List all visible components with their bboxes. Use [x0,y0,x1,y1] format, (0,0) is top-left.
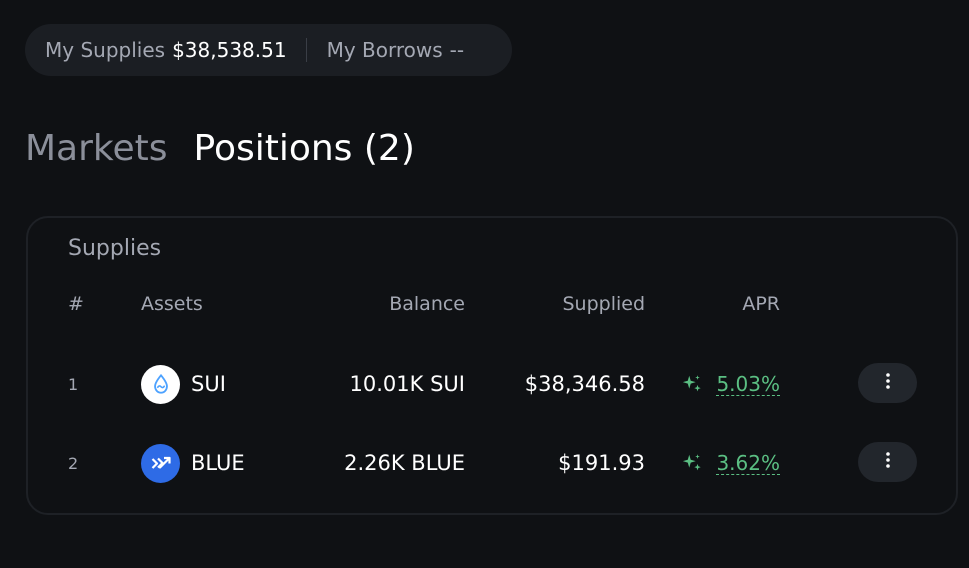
sparkle-icon [680,372,704,396]
account-summary: My Supplies $38,538.51 My Borrows -- [25,24,512,76]
sui-token-icon [141,364,180,404]
balance-value: 2.26K BLUE [344,451,465,475]
my-supplies-label: My Supplies [45,38,166,62]
tab-positions[interactable]: Positions (2) [194,128,415,169]
page-tabs: Markets Positions (2) [25,128,415,169]
sparkle-icon [680,451,704,475]
apr-cell: 5.03% [680,362,780,406]
positions-page: My Supplies $38,538.51 My Borrows -- Mar… [0,0,969,568]
row-menu-button[interactable] [858,363,917,403]
asset-cell: BLUE [141,441,245,485]
my-borrows-value: -- [449,38,465,62]
asset-name: BLUE [191,451,245,475]
more-vertical-icon [885,372,891,394]
row-number: 1 [68,374,79,394]
row-number: 2 [68,453,79,473]
apr-value[interactable]: 5.03% [716,373,780,396]
my-borrows-label: My Borrows [326,38,443,62]
supplies-card: Supplies # Assets Balance Supplied APR 1… [26,216,958,515]
table-row: 2 BLUE 2.26K BLUE $191.93 3.62% [28,441,956,485]
column-header-number: # [68,293,84,315]
asset-name: SUI [191,372,226,396]
row-menu-button[interactable] [858,442,917,482]
blue-token-icon [141,443,180,483]
balance-value: 10.01K SUI [349,372,465,396]
my-supplies-value: $38,538.51 [172,38,287,62]
column-header-apr: APR [742,293,780,315]
supplied-value: $191.93 [558,451,645,475]
column-header-supplied: Supplied [562,293,645,315]
column-header-balance: Balance [389,293,465,315]
column-header-assets: Assets [141,293,203,315]
tab-markets[interactable]: Markets [25,128,168,169]
summary-divider [305,38,307,62]
more-vertical-icon [885,451,891,473]
supplies-title: Supplies [68,236,162,261]
table-row: 1 SUI 10.01K SUI $38,346.58 5.03% [28,362,956,406]
asset-cell: SUI [141,362,226,406]
apr-value[interactable]: 3.62% [716,452,780,475]
supplied-value: $38,346.58 [524,372,645,396]
apr-cell: 3.62% [680,441,780,485]
